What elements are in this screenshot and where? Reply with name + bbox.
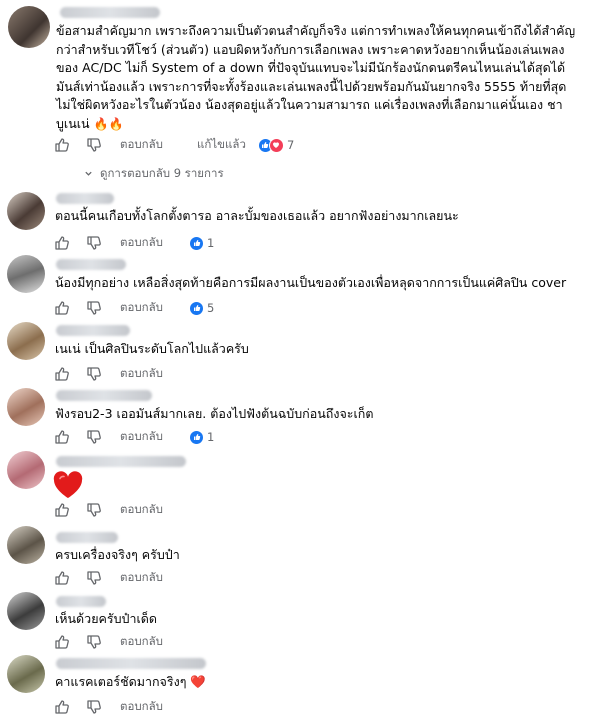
comment-actions: ตอบกลับ bbox=[54, 365, 163, 383]
heart-emoji-comment bbox=[52, 470, 84, 500]
like-reaction-icon bbox=[189, 300, 204, 316]
avatar[interactable] bbox=[7, 655, 45, 693]
commenter-name[interactable] bbox=[56, 596, 106, 607]
thumbs-down-icon[interactable] bbox=[86, 634, 102, 650]
reply-button[interactable]: ตอบกลับ bbox=[120, 299, 163, 317]
reply-button[interactable]: ตอบกลับ bbox=[120, 136, 163, 154]
comment-actions: ตอบกลับ 5 bbox=[54, 299, 214, 317]
thumbs-up-icon[interactable] bbox=[54, 570, 70, 586]
comment-body: ตอนนี้คนเกือบทั้งโลกตั้งตารอ อาละบั้มของ… bbox=[55, 207, 459, 226]
comment-body: เห็นด้วยครับป๋าเด็ด bbox=[55, 610, 157, 629]
reaction-count: 5 bbox=[207, 301, 215, 315]
commenter-name[interactable] bbox=[56, 390, 152, 401]
thumbs-down-icon[interactable] bbox=[86, 235, 102, 251]
reaction-summary[interactable]: 1 bbox=[189, 429, 215, 445]
avatar[interactable] bbox=[7, 255, 45, 293]
reply-button[interactable]: ตอบกลับ bbox=[120, 501, 163, 519]
thumbs-up-icon[interactable] bbox=[54, 502, 70, 518]
thumbs-up-icon[interactable] bbox=[54, 137, 70, 153]
reply-button[interactable]: ตอบกลับ bbox=[120, 698, 163, 716]
comment-body: เนเน่ เป็นศิลปินระดับโลกไปแล้วครับ bbox=[55, 340, 249, 359]
reaction-count: 1 bbox=[207, 236, 215, 250]
thumbs-down-icon[interactable] bbox=[86, 300, 102, 316]
comment-body: ข้อสามสำคัญมาก เพราะถึงความเป็นตัวตนสำคั… bbox=[56, 22, 580, 133]
avatar[interactable] bbox=[7, 322, 45, 360]
reaction-summary[interactable]: 7 bbox=[257, 137, 295, 153]
commenter-name[interactable] bbox=[56, 532, 118, 543]
comment-body: ฟังรอบ2-3 เออมันส์มากเลย. ต้องไปฟังต้นฉบ… bbox=[55, 405, 373, 424]
comment-text: เนเน่ เป็นศิลปินระดับโลกไปแล้วครับ bbox=[55, 341, 249, 356]
thumbs-up-icon[interactable] bbox=[54, 300, 70, 316]
avatar[interactable] bbox=[7, 592, 45, 630]
comment-text: ครบเครื่องจริงๆ ครับป๋า bbox=[55, 547, 180, 562]
heart-emoji: ❤️ bbox=[190, 674, 206, 689]
thumbs-up-icon[interactable] bbox=[54, 429, 70, 445]
comment-actions: ตอบกลับ bbox=[54, 633, 163, 651]
commenter-name[interactable] bbox=[56, 456, 186, 467]
comment-text: ตอนนี้คนเกือบทั้งโลกตั้งตารอ อาละบั้มของ… bbox=[55, 208, 459, 223]
thumbs-up-icon[interactable] bbox=[54, 366, 70, 382]
commenter-name[interactable] bbox=[60, 7, 160, 18]
commenter-name[interactable] bbox=[56, 658, 206, 669]
comment-body: ครบเครื่องจริงๆ ครับป๋า bbox=[55, 546, 180, 565]
comment-text: น้องมีทุกอย่าง เหลือสิ่งสุดท้ายคือการมีผ… bbox=[55, 275, 567, 290]
avatar[interactable] bbox=[7, 388, 45, 426]
like-reaction-icon bbox=[189, 429, 204, 445]
reaction-summary[interactable]: 5 bbox=[189, 300, 215, 316]
reply-button[interactable]: ตอบกลับ bbox=[120, 365, 163, 383]
comment-emoji: 🔥🔥 bbox=[93, 116, 124, 131]
thumbs-down-icon[interactable] bbox=[86, 570, 102, 586]
thumbs-up-icon[interactable] bbox=[54, 634, 70, 650]
reply-button[interactable]: ตอบกลับ bbox=[120, 234, 163, 252]
avatar[interactable] bbox=[8, 6, 50, 48]
comment-actions: ตอบกลับ bbox=[54, 501, 163, 519]
comment-actions: ตอบกลับ 1 bbox=[54, 428, 214, 446]
like-reaction-icon bbox=[189, 235, 204, 251]
view-replies-label: ดูการตอบกลับ 9 รายการ bbox=[100, 166, 224, 180]
reply-button[interactable]: ตอบกลับ bbox=[120, 569, 163, 587]
comment-body: คาแรคเตอร์ชัดมากจริงๆ ❤️ bbox=[55, 673, 206, 692]
thumbs-down-icon[interactable] bbox=[86, 429, 102, 445]
thumbs-down-icon[interactable] bbox=[86, 699, 102, 715]
view-replies-button[interactable]: ดูการตอบกลับ 9 รายการ bbox=[84, 165, 224, 183]
commenter-name[interactable] bbox=[56, 259, 126, 270]
avatar[interactable] bbox=[7, 526, 45, 564]
reaction-count: 7 bbox=[286, 138, 295, 152]
comment-text: คาแรคเตอร์ชัดมากจริงๆ bbox=[55, 674, 187, 689]
love-reaction-icon bbox=[268, 137, 284, 153]
reply-button[interactable]: ตอบกลับ bbox=[120, 428, 163, 446]
comment-text: เห็นด้วยครับป๋าเด็ด bbox=[55, 611, 157, 626]
commenter-name[interactable] bbox=[56, 325, 130, 336]
avatar[interactable] bbox=[7, 192, 45, 230]
reaction-summary[interactable]: 1 bbox=[189, 235, 215, 251]
reaction-count: 1 bbox=[207, 430, 215, 444]
comment-actions: ตอบกลับ 1 bbox=[54, 234, 214, 252]
comment-actions: ตอบกลับ แก้ไขแล้ว 7 bbox=[54, 136, 354, 154]
comment-actions: ตอบกลับ bbox=[54, 569, 163, 587]
thumbs-down-icon[interactable] bbox=[86, 502, 102, 518]
comment-body: น้องมีทุกอย่าง เหลือสิ่งสุดท้ายคือการมีผ… bbox=[55, 274, 566, 293]
thumbs-down-icon[interactable] bbox=[86, 366, 102, 382]
thumbs-up-icon[interactable] bbox=[54, 699, 70, 715]
avatar[interactable] bbox=[7, 451, 45, 489]
chevron-down-icon bbox=[84, 167, 93, 181]
edited-label: แก้ไขแล้ว bbox=[197, 137, 246, 151]
comment-text: ข้อสามสำคัญมาก เพราะถึงความเป็นตัวตนสำคั… bbox=[56, 23, 576, 131]
comment-actions: ตอบกลับ bbox=[54, 698, 163, 716]
thumbs-up-icon[interactable] bbox=[54, 235, 70, 251]
thumbs-down-icon[interactable] bbox=[86, 137, 102, 153]
reply-button[interactable]: ตอบกลับ bbox=[120, 633, 163, 651]
comment-text: ฟังรอบ2-3 เออมันส์มากเลย. ต้องไปฟังต้นฉบ… bbox=[55, 406, 374, 421]
commenter-name[interactable] bbox=[56, 193, 114, 204]
